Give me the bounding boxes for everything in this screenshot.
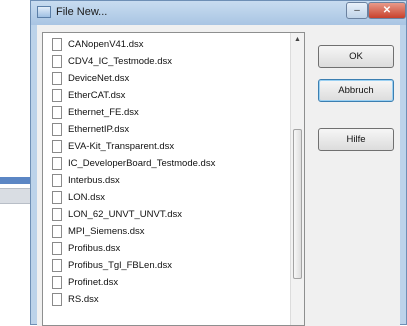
file-name: CANopenV41.dsx — [68, 39, 144, 50]
file-name: Profibus_Tgl_FBLen.dsx — [68, 260, 173, 271]
list-item[interactable]: CDV4_IC_Testmode.dsx — [43, 55, 290, 70]
dialog-client-area: CANopenV41.dsx CDV4_IC_Testmode.dsx Devi… — [37, 25, 400, 326]
window-app-icon — [37, 6, 51, 18]
file-icon — [52, 38, 62, 51]
close-button[interactable]: ✕ — [368, 2, 406, 19]
file-icon — [52, 225, 62, 238]
vertical-scrollbar[interactable]: ▲ — [290, 33, 304, 325]
list-item[interactable]: DeviceNet.dsx — [43, 72, 290, 87]
file-icon — [52, 72, 62, 85]
list-item[interactable]: MPI_Siemens.dsx — [43, 225, 290, 240]
list-item[interactable]: Profibus_Tgl_FBLen.dsx — [43, 259, 290, 274]
file-icon — [52, 242, 62, 255]
list-item[interactable]: Interbus.dsx — [43, 174, 290, 189]
file-name: Interbus.dsx — [68, 175, 120, 186]
file-icon — [52, 89, 62, 102]
file-name: LON_62_UNVT_UNVT.dsx — [68, 209, 183, 220]
list-item[interactable]: Profinet.dsx — [43, 276, 290, 291]
list-item[interactable]: CANopenV41.dsx — [43, 38, 290, 53]
file-icon — [52, 276, 62, 289]
list-item[interactable]: RS.dsx — [43, 293, 290, 308]
list-item[interactable]: EthernetIP.dsx — [43, 123, 290, 138]
file-icon — [52, 157, 62, 170]
title-bar[interactable]: File New... – ✕ — [31, 1, 406, 25]
background-selection-bar — [0, 177, 30, 184]
list-item[interactable]: EVA-Kit_Transparent.dsx — [43, 140, 290, 155]
list-item[interactable]: EtherCAT.dsx — [43, 89, 290, 104]
list-item[interactable]: LON.dsx — [43, 191, 290, 206]
file-name: Profibus.dsx — [68, 243, 121, 254]
file-name: DeviceNet.dsx — [68, 73, 130, 84]
file-name: EthernetIP.dsx — [68, 124, 130, 135]
scroll-up-arrow-icon[interactable]: ▲ — [291, 33, 304, 47]
minimize-icon: – — [354, 5, 360, 16]
file-icon — [52, 174, 62, 187]
file-new-dialog: File New... – ✕ CANopenV41.dsx CDV4_IC_T… — [30, 0, 407, 326]
file-icon — [52, 293, 62, 306]
file-name: EtherCAT.dsx — [68, 90, 126, 101]
file-name: CDV4_IC_Testmode.dsx — [68, 56, 173, 67]
file-icon — [52, 123, 62, 136]
list-item[interactable]: IC_DeveloperBoard_Testmode.dsx — [43, 157, 290, 172]
file-name: LON.dsx — [68, 192, 105, 203]
file-icon — [52, 208, 62, 221]
window-title: File New... — [56, 6, 108, 18]
help-button[interactable]: Hilfe — [318, 128, 394, 151]
file-icon — [52, 259, 62, 272]
ok-button[interactable]: OK — [318, 45, 394, 68]
file-name: IC_DeveloperBoard_Testmode.dsx — [68, 158, 216, 169]
file-name: EVA-Kit_Transparent.dsx — [68, 141, 175, 152]
cancel-button[interactable]: Abbruch — [318, 79, 394, 102]
file-icon — [52, 140, 62, 153]
file-icon — [52, 191, 62, 204]
file-icon — [52, 55, 62, 68]
list-item[interactable]: Profibus.dsx — [43, 242, 290, 257]
list-item[interactable]: Ethernet_FE.dsx — [43, 106, 290, 121]
file-name: MPI_Siemens.dsx — [68, 226, 145, 237]
background-toolbar-strip — [0, 188, 30, 204]
minimize-button[interactable]: – — [346, 2, 368, 19]
file-listbox[interactable]: CANopenV41.dsx CDV4_IC_Testmode.dsx Devi… — [42, 32, 305, 326]
file-name: Ethernet_FE.dsx — [68, 107, 139, 118]
file-name: Profinet.dsx — [68, 277, 119, 288]
scrollbar-thumb[interactable] — [293, 129, 302, 279]
file-name: RS.dsx — [68, 294, 99, 305]
close-icon: ✕ — [382, 5, 392, 16]
file-icon — [52, 106, 62, 119]
list-item[interactable]: LON_62_UNVT_UNVT.dsx — [43, 208, 290, 223]
